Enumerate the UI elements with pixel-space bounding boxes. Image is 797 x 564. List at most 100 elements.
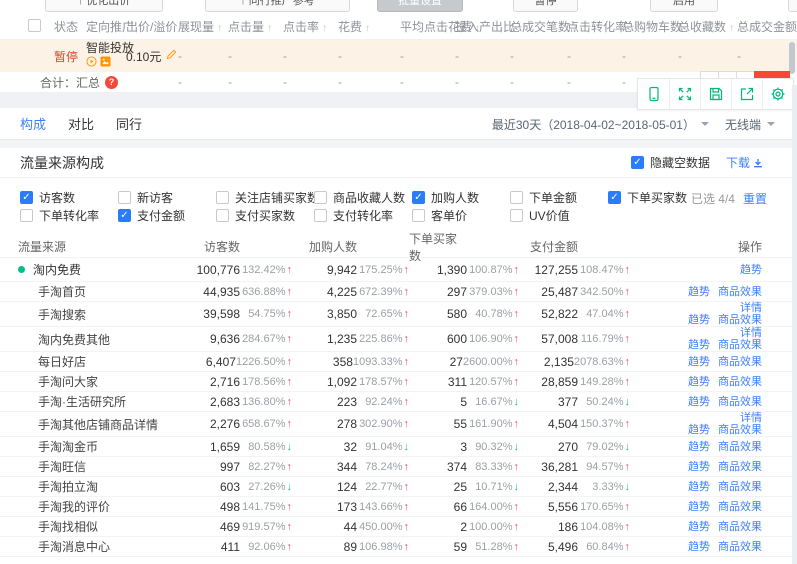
- metric-checkbox-item[interactable]: 客单价: [412, 207, 510, 224]
- tab-compare[interactable]: 对比: [68, 114, 94, 133]
- download-link[interactable]: 下载: [726, 154, 763, 171]
- checkbox-icon[interactable]: ✓: [631, 156, 644, 169]
- metric-checkbox-item[interactable]: 关注店铺买家数: [216, 189, 314, 206]
- action-link[interactable]: 商品效果: [718, 481, 762, 493]
- toolbar-button[interactable]: 暂停: [513, 0, 578, 12]
- metric-checkbox-item[interactable]: ✓加购人数: [412, 189, 510, 206]
- column-header[interactable]: 点击率↑: [275, 18, 330, 35]
- action-link[interactable]: 趋势: [688, 541, 710, 553]
- traffic-row: 手淘搜索39,59854.75%↑3,85072.65%↑58040.78%↑5…: [0, 302, 797, 327]
- metric-checkbox-item[interactable]: ✓访客数: [20, 189, 118, 206]
- toolbar-button[interactable]: 删除: [788, 0, 797, 12]
- page-scrollbar-track[interactable]: [792, 85, 797, 564]
- settings-icon[interactable]: [762, 79, 793, 109]
- terminal-selector[interactable]: 无线端: [725, 116, 775, 133]
- metric-checkbox-item[interactable]: 商品收藏人数: [314, 189, 412, 206]
- action-link[interactable]: 趋势: [688, 461, 710, 473]
- select-all-checkbox[interactable]: [28, 19, 41, 32]
- checkbox-icon[interactable]: [412, 209, 425, 222]
- column-header[interactable]: 点击转化率↑: [559, 18, 614, 35]
- toolbar-button[interactable]: ↑ 优化出价: [45, 0, 163, 12]
- action-link[interactable]: 商品效果: [718, 356, 762, 368]
- reset-link[interactable]: 重置: [743, 190, 767, 207]
- metric-checkbox-item[interactable]: UV价值: [510, 207, 608, 224]
- checkbox-icon[interactable]: [20, 209, 33, 222]
- action-link[interactable]: 商品效果: [718, 339, 762, 351]
- tab-peers[interactable]: 同行: [116, 114, 142, 133]
- checkbox-icon[interactable]: [314, 209, 327, 222]
- checkbox-icon[interactable]: [118, 191, 131, 204]
- toolbar-button[interactable]: 批量设置: [377, 0, 463, 12]
- checkbox-icon[interactable]: [216, 191, 229, 204]
- download-icon: [753, 158, 763, 168]
- action-link[interactable]: 商品效果: [718, 441, 762, 453]
- action-link[interactable]: 趋势: [688, 314, 710, 326]
- action-link[interactable]: 趋势: [688, 339, 710, 351]
- action-link[interactable]: 商品效果: [718, 376, 762, 388]
- action-link[interactable]: 趋势: [688, 521, 710, 533]
- action-link[interactable]: 趋势: [688, 501, 710, 513]
- action-link[interactable]: 商品效果: [718, 396, 762, 408]
- share-icon[interactable]: [731, 79, 762, 109]
- action-link[interactable]: 趋势: [688, 376, 710, 388]
- tab-composition[interactable]: 构成: [20, 114, 46, 133]
- hide-empty-toggle[interactable]: ✓ 隐藏空数据: [631, 154, 710, 171]
- action-link[interactable]: 详情: [740, 327, 762, 339]
- column-header[interactable]: 投入产出比↑: [447, 18, 502, 35]
- toolbar-button[interactable]: 启用: [650, 0, 718, 12]
- metric-cell: 127,255108.47%↑: [519, 263, 630, 277]
- checkbox-icon[interactable]: [510, 191, 523, 204]
- date-range-selector[interactable]: 最近30天（2018-04-02~2018-05-01）: [492, 116, 709, 133]
- metric-cell: 3,85072.65%↑: [292, 307, 409, 321]
- action-link[interactable]: 趋势: [688, 396, 710, 408]
- column-header[interactable]: 总成交笔数↑: [502, 18, 559, 35]
- mobile-preview-icon[interactable]: [638, 79, 669, 109]
- metric-checkbox-item[interactable]: 下单转化率: [20, 207, 118, 224]
- action-link[interactable]: 商品效果: [718, 521, 762, 533]
- action-link[interactable]: 趋势: [688, 356, 710, 368]
- checkbox-icon[interactable]: [216, 209, 229, 222]
- metric-label: 支付金额: [137, 207, 185, 224]
- checkbox-icon[interactable]: ✓: [608, 191, 621, 204]
- action-link[interactable]: 商品效果: [718, 286, 762, 298]
- action-link[interactable]: 商品效果: [718, 541, 762, 553]
- action-link[interactable]: 商品效果: [718, 314, 762, 326]
- checkbox-icon[interactable]: ✓: [412, 191, 425, 204]
- metric-checkbox-item[interactable]: 下单金额: [510, 189, 608, 206]
- checkbox-icon[interactable]: [510, 209, 523, 222]
- action-link[interactable]: 商品效果: [718, 461, 762, 473]
- fullscreen-icon[interactable]: [669, 79, 700, 109]
- action-link[interactable]: 趋势: [688, 481, 710, 493]
- metric-checkbox-item[interactable]: 支付转化率: [314, 207, 412, 224]
- checkbox-icon[interactable]: [314, 191, 327, 204]
- metric-checkbox-item[interactable]: 支付买家数: [216, 207, 314, 224]
- metric-value: 1,659: [160, 440, 240, 454]
- action-link[interactable]: 趋势: [740, 264, 762, 276]
- column-header[interactable]: 总购物车数↑: [614, 18, 670, 35]
- column-header[interactable]: 点击量↑: [220, 18, 275, 35]
- metric-checkbox-item[interactable]: ✓ 支付金额: [118, 207, 216, 224]
- action-link[interactable]: 趋势: [688, 441, 710, 453]
- column-header[interactable]: 平均点击花费↑: [392, 18, 447, 35]
- column-header[interactable]: 总收藏数↑: [670, 18, 729, 35]
- action-link[interactable]: 商品效果: [718, 424, 762, 436]
- checkbox-icon[interactable]: ✓: [118, 209, 131, 222]
- help-icon[interactable]: ?: [105, 76, 118, 89]
- column-header[interactable]: 展现量↑: [170, 18, 220, 35]
- toolbar-button[interactable]: ↑ 同行推广参考: [205, 0, 350, 12]
- action-link[interactable]: 详情: [740, 412, 762, 424]
- column-header[interactable]: 花费↑: [330, 18, 392, 35]
- metric-checkbox-item[interactable]: 新访客: [118, 189, 216, 206]
- action-link[interactable]: 趋势: [688, 286, 710, 298]
- column-header[interactable]: 总成交金额↑: [729, 18, 797, 35]
- checkbox-icon[interactable]: ✓: [20, 191, 33, 204]
- table-scrollbar-thumb[interactable]: [789, 42, 795, 74]
- metric-cell: 1,092178.57%↑: [292, 375, 409, 389]
- action-link[interactable]: 趋势: [688, 424, 710, 436]
- metric-change: 342.50%↑: [578, 285, 630, 299]
- campaign-name[interactable]: 智能投放: [86, 42, 118, 55]
- action-link[interactable]: 详情: [740, 302, 762, 314]
- save-icon[interactable]: [700, 79, 731, 109]
- action-link[interactable]: 商品效果: [718, 501, 762, 513]
- action-line: 详情: [740, 412, 762, 424]
